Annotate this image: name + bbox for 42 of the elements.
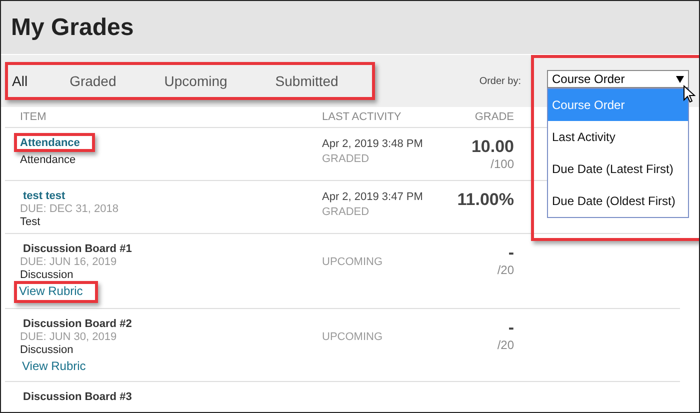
activity-date: Apr 2, 2019 3:47 PM (322, 191, 424, 203)
dropdown-option[interactable]: Due Date (Oldest First) (548, 185, 688, 217)
view-rubric-link[interactable]: View Rubric (14, 281, 98, 303)
activity-status: GRADED (322, 153, 370, 165)
item-title: Discussion Board #2 (22, 317, 133, 332)
activity-status: GRADED (322, 206, 370, 218)
filter-tab[interactable]: All (10, 73, 46, 89)
item-category: Test (20, 216, 40, 228)
dropdown-option[interactable]: Course Order (548, 89, 688, 121)
page-title: My Grades (11, 14, 134, 42)
column-header: GRADE (474, 111, 514, 123)
grade-score: 11.00% (457, 190, 514, 210)
order-by-label: Order by: (479, 76, 521, 86)
dropdown-option[interactable]: Due Date (Latest First) (548, 153, 688, 185)
grade-points-possible: /20 (497, 263, 514, 277)
view-rubric-link[interactable]: View Rubric (17, 356, 91, 376)
grade-score: - (508, 243, 514, 263)
due-date: DUE: JUN 30, 2019 (20, 331, 117, 343)
dropdown-option[interactable]: Last Activity (548, 121, 688, 153)
item-title: Discussion Board #1 (22, 242, 133, 257)
grade-score: 10.00 (471, 137, 514, 157)
activity-status: UPCOMING (322, 256, 384, 268)
column-header: ITEM (19, 111, 48, 123)
item-title: Discussion Board #3 (22, 390, 133, 405)
item-category: Discussion (20, 269, 74, 281)
order-select[interactable]: Course Order (547, 70, 689, 88)
filter-tab[interactable]: Graded (46, 73, 140, 89)
column-header: LAST ACTIVITY (322, 111, 402, 123)
item-category: Discussion (20, 344, 74, 356)
grade-score: - (508, 318, 514, 338)
filter-tab[interactable]: Upcoming (140, 73, 252, 89)
caret-icon (676, 76, 684, 82)
due-date: DUE: DEC 31, 2018 (20, 203, 118, 215)
grade-points-possible: /100 (490, 157, 514, 171)
filter-tab[interactable]: Submitted (251, 73, 362, 89)
activity-status: UPCOMING (322, 331, 384, 343)
item-title[interactable]: test test (17, 187, 72, 205)
item-category: Attendance (20, 154, 76, 166)
due-date: DUE: JUN 16, 2019 (20, 256, 117, 268)
grade-points-possible: /20 (497, 338, 514, 352)
activity-date: Apr 2, 2019 3:48 PM (322, 138, 424, 150)
item-title[interactable]: Attendance (14, 133, 95, 152)
